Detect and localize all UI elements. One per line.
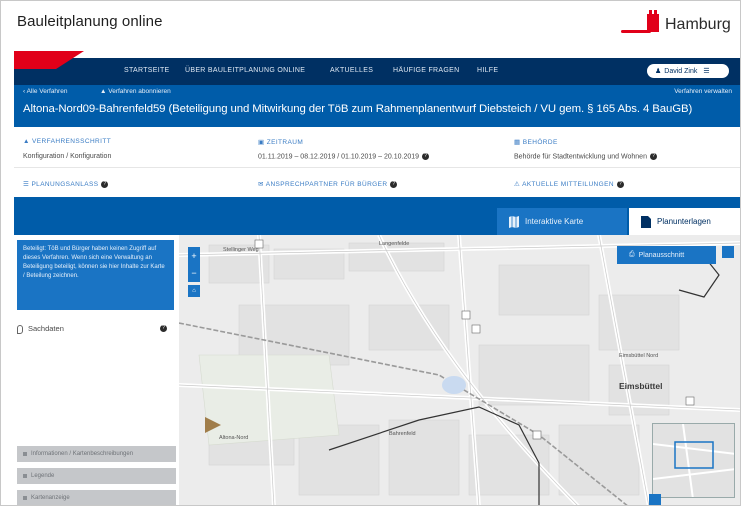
user-icon: ♟	[655, 68, 662, 75]
map-label: Lang­enfelde	[379, 241, 410, 247]
logo-wordmark: Hamburg	[665, 16, 731, 33]
layer-label: Sachdaten	[28, 324, 64, 333]
help-icon[interactable]: ?	[101, 180, 109, 188]
nav-item-news[interactable]: AKTUELLES	[330, 67, 373, 74]
subscribe-procedure-link[interactable]: ▲ Verfahren abonnieren	[100, 88, 171, 95]
help-icon[interactable]: ?	[390, 180, 398, 188]
period-heading: ▣ ZEITRAUM	[258, 139, 304, 146]
help-icon[interactable]: ?	[649, 153, 657, 160]
app-title[interactable]: Bauleitplanung online	[17, 13, 163, 30]
back-to-all-procedures-link[interactable]: ‹ Alle Verfahren	[23, 88, 67, 95]
home-icon: ⌂	[192, 288, 196, 294]
tab-interactive-map-label: Interaktive Karte	[525, 217, 584, 226]
home-view-button[interactable]: ⌂	[188, 285, 200, 297]
nav-item-start[interactable]: STARTSEITE	[124, 67, 170, 74]
menu-icon: ☰	[703, 68, 710, 75]
news-link[interactable]: ⚠ AKTUELLE MITTEILUNGEN?	[514, 180, 624, 188]
map-fullscreen-button[interactable]	[722, 246, 734, 258]
period-heading-text: ZEITRAUM	[266, 139, 304, 146]
accordion-legend[interactable]: Legende	[17, 468, 176, 484]
nav-item-about[interactable]: ÜBER BAULEITPLANUNG ONLINE	[185, 67, 305, 74]
layer-toggle-sachdaten[interactable]: Sachdaten ?	[17, 324, 167, 334]
minimap-canvas	[653, 424, 734, 497]
print-map-button[interactable]: ⎙ Planausschnitt	[617, 246, 716, 264]
planning-reason-link[interactable]: ☰ PLANUNGSANLASS?	[23, 180, 109, 188]
zoom-control[interactable]: + −	[188, 247, 200, 282]
planning-reason-text: PLANUNGSANLASS	[31, 181, 99, 188]
news-text: AKTUELLE MITTEILUNGEN	[522, 181, 614, 188]
period-value: 01.11.2019 – 08.12.2019 / 01.10.2019 – 2…	[258, 153, 430, 161]
subscribe-label: Verfahren abonnieren	[108, 88, 171, 95]
interactive-map[interactable]: Stellinger Weg Eimsbüttel Lang­enfelde A…	[179, 235, 740, 505]
user-name: David Zink	[664, 67, 698, 75]
tab-interactive-map[interactable]: Interaktive Karte	[497, 208, 627, 235]
browser-viewport: Bauleitplanung online Hamburg STARTSEITE…	[0, 0, 741, 506]
zoom-in-icon[interactable]: +	[191, 251, 196, 261]
authority-value-text: Behörde für Stadtentwicklung und Wohnen	[514, 153, 647, 161]
user-menu-button[interactable]: ♟ David Zink ☰	[647, 64, 729, 78]
tab-plan-documents-label: Planunterlagen	[657, 217, 711, 226]
map-label: Altona-Nord	[219, 435, 249, 441]
contact-text: ANSPRECHPARTNER FÜR BÜRGER	[265, 181, 388, 188]
map-icon	[509, 215, 519, 228]
info-divider	[14, 167, 740, 168]
nav-item-help[interactable]: HILFE	[477, 67, 498, 74]
authority-heading-text: BEHÖRDE	[522, 139, 558, 146]
step-heading: ▲ VERFAHRENSSCHRITT	[23, 138, 112, 145]
minimap-toggle-button[interactable]	[649, 494, 661, 505]
hamburg-logo[interactable]: Hamburg	[621, 10, 731, 41]
map-label: Bahrenfeld	[389, 431, 416, 437]
authority-heading: ▦ BEHÖRDE	[514, 139, 558, 146]
step-heading-text: VERFAHRENSSCHRITT	[32, 138, 112, 145]
procedure-banner: ‹ Alle Verfahren ▲ Verfahren abonnieren …	[14, 85, 740, 127]
help-icon[interactable]: ?	[422, 153, 430, 160]
map-label: Eimsbüttel Nord	[619, 353, 659, 359]
site-header: Bauleitplanung online Hamburg	[1, 1, 740, 53]
procedure-title: Altona-Nord09-Bahrenfeld59 (Beteiligung …	[23, 103, 693, 115]
contact-link[interactable]: ✉ ANSPRECHPARTNER FÜR BÜRGER?	[258, 180, 398, 188]
castle-icon	[647, 10, 659, 32]
accordion-map-display[interactable]: Kartenanzeige	[17, 490, 176, 505]
view-tab-bar: Interaktive Karte Planunterlagen	[14, 197, 740, 235]
step-value: Konfiguration / Konfiguration	[23, 153, 112, 160]
map-label-district: Eimsbüttel	[619, 381, 663, 391]
overview-minimap[interactable]	[652, 423, 735, 498]
procedure-info: ▲ VERFAHRENSSCHRITT Konfiguration / Konf…	[14, 127, 740, 197]
map-sidebar: Beteiligt: TöB und Bürger haben keinen Z…	[14, 235, 179, 505]
authority-value: Behörde für Stadtentwicklung und Wohnen?	[514, 153, 657, 160]
print-map-label: Planausschnitt	[638, 251, 685, 259]
help-icon[interactable]: ?	[616, 180, 624, 188]
accordion-information[interactable]: Informationen / Kartenbeschreibungen	[17, 446, 176, 462]
pin-icon	[17, 324, 23, 334]
main-navigation: STARTSEITE ÜBER BAULEITPLANUNG ONLINE AK…	[14, 58, 740, 85]
manage-procedure-link[interactable]: Verfahren verwalten	[674, 88, 732, 95]
period-value-text: 01.11.2019 – 08.12.2019 / 01.10.2019 – 2…	[258, 153, 420, 161]
tab-plan-documents[interactable]: Planunterlagen	[629, 208, 740, 235]
sidebar-info-box: Beteiligt: TöB und Bürger haben keinen Z…	[17, 240, 174, 310]
help-icon[interactable]: ?	[160, 325, 167, 332]
zoom-out-icon[interactable]: −	[191, 268, 196, 278]
map-label: Stellinger Weg	[223, 247, 259, 253]
print-icon: ⎙	[629, 251, 635, 258]
document-icon	[641, 215, 651, 228]
nav-item-faq[interactable]: HÄUFIGE FRAGEN	[393, 67, 459, 74]
